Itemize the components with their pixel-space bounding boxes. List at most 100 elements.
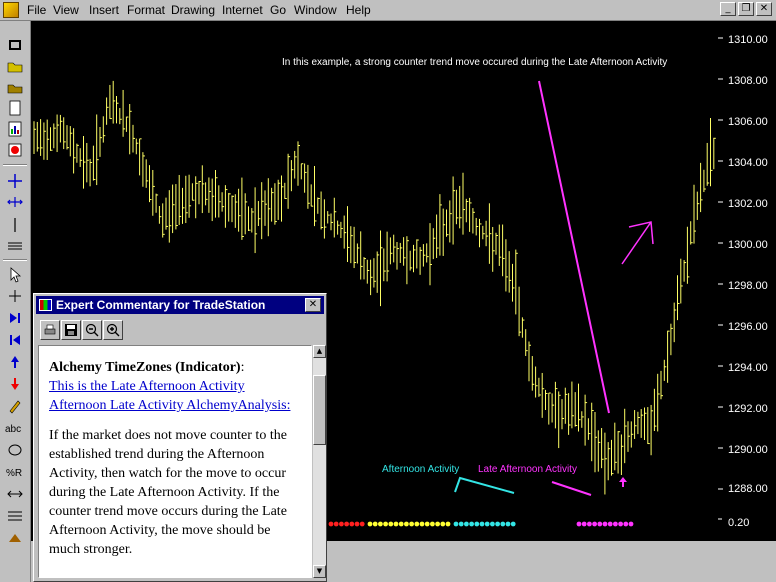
zoom-in-icon[interactable] [103,320,123,340]
scroll-down-icon[interactable]: ▼ [313,565,326,578]
price-bar [696,191,700,220]
price-bar [650,404,654,456]
menu-drawing[interactable]: Drawing [171,3,215,17]
menu-go[interactable]: Go [270,3,286,17]
indicator-dot [440,521,446,527]
price-bar [215,169,218,218]
price-bar [59,114,63,143]
vertical-line-icon[interactable] [4,215,26,234]
record-icon[interactable] [4,140,26,159]
price-bar [383,248,386,282]
late-afternoon-activity-label: Late Afternoon Activity [478,464,577,475]
up-arrow-icon[interactable] [4,352,26,371]
dialog-close-button[interactable]: ✕ [305,298,321,312]
alchemy-analysis-link[interactable]: Afternoon Late Activity AlchemyAnalysis: [49,396,305,415]
indicator-dot [458,521,464,527]
indicator-dot [587,521,592,527]
down-arrow-icon[interactable] [4,374,26,393]
hat-icon[interactable] [4,528,26,547]
percent-retracement-icon[interactable]: %R [4,462,26,481]
commentary-body: If the market does not move counter to t… [49,428,287,557]
price-bar [175,184,178,230]
print-icon[interactable] [40,320,60,340]
menu-internet[interactable]: Internet [222,3,263,17]
price-bar [673,302,677,343]
menu-window[interactable]: Window [294,3,337,17]
horizontal-lines-icon[interactable] [4,236,26,255]
price-bar [43,122,46,160]
dialog-title-bar[interactable]: Expert Commentary for TradeStation ✕ [36,296,324,314]
price-bar [568,393,571,435]
lines-icon[interactable] [4,506,26,525]
status-strip [327,541,776,582]
price-bar [617,431,621,474]
zoom-out-icon[interactable] [82,320,102,340]
price-bar [271,187,274,222]
price-bar [56,114,60,153]
price-bar [538,377,541,397]
price-bar [99,126,102,157]
open-workspace-icon[interactable] [4,35,26,54]
price-bar [244,193,248,235]
price-bar [314,165,317,227]
next-bar-icon[interactable] [4,308,26,327]
price-bar [541,372,545,418]
price-bar [320,191,324,230]
dialog-scrollbar[interactable]: ▲ ▼ [312,345,326,578]
dialog-toolbar [40,320,123,340]
price-bar [86,142,89,183]
indicator-dot [464,521,469,527]
first-bar-icon[interactable] [4,330,26,349]
scroll-thumb[interactable] [313,375,326,445]
price-bar [155,193,159,213]
menu-format[interactable]: Format [127,3,165,17]
price-bar [393,234,396,263]
price-bar [403,237,406,266]
price-bar [653,388,657,432]
indicator-dot [453,521,459,527]
dialog-title: Expert Commentary for TradeStation [56,298,266,312]
price-bar [667,330,670,383]
price-bar [578,383,581,432]
new-document-icon[interactable] [4,98,26,117]
double-arrow-icon[interactable] [4,484,26,503]
price-bar [439,194,442,256]
new-chart-icon[interactable] [4,119,26,138]
indicator-dot [469,521,474,527]
menu-insert[interactable]: Insert [89,3,119,17]
price-bar [627,421,630,452]
price-bar [370,259,373,296]
close-button[interactable]: ✕ [756,2,772,16]
menu-view[interactable]: View [53,3,79,17]
app-icon[interactable] [3,2,19,18]
save-icon[interactable] [61,320,81,340]
price-bar [432,228,436,260]
menu-file[interactable]: File [27,3,46,17]
arrows-icon[interactable] [4,192,26,211]
price-bar [502,224,505,277]
cross-icon[interactable] [4,171,26,190]
heading-suffix: : [240,360,245,375]
save-icon[interactable] [4,77,26,96]
price-bar [287,153,291,209]
price-bar [129,103,132,155]
price-bar [66,125,69,150]
indicator-dot [419,521,425,527]
abc-text-icon[interactable]: abc [4,418,26,437]
minimize-button[interactable]: _ [720,2,736,16]
pointer-icon[interactable] [4,265,26,284]
price-bar [446,209,449,237]
price-bar [228,192,231,222]
ellipse-icon[interactable] [4,440,26,459]
price-bar [429,223,432,286]
price-bar [611,439,614,476]
pencil-icon[interactable] [4,396,26,415]
menu-help[interactable]: Help [346,3,371,17]
open-folder-icon[interactable] [4,56,26,75]
restore-button[interactable]: ❐ [738,2,754,16]
crosshair-icon[interactable] [4,286,26,305]
scroll-up-icon[interactable]: ▲ [313,345,326,358]
price-bar [380,230,383,307]
price-bar [274,183,277,225]
late-afternoon-link[interactable]: This is the Late Afternoon Activity [49,377,305,396]
